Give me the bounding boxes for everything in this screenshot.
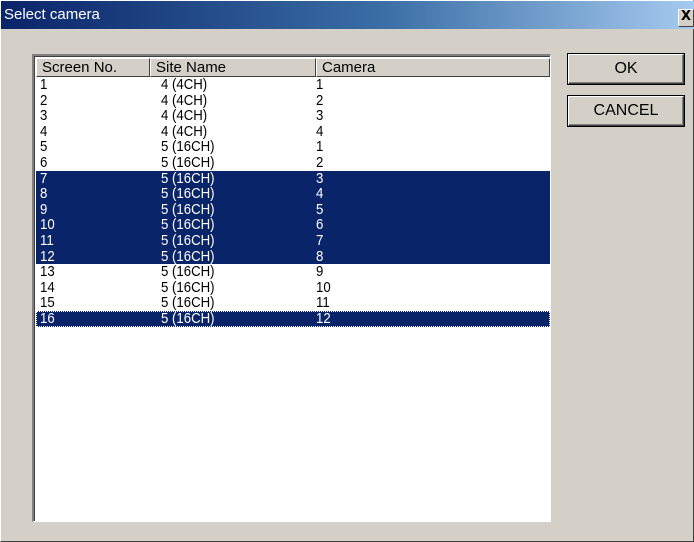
camera-cell: 3 — [316, 169, 324, 187]
screen-no-cell: 16 — [40, 309, 55, 327]
list-header: Screen No. Site Name Camera — [36, 58, 550, 77]
screen-no-cell: 11 — [40, 231, 54, 249]
camera-cell: 3 — [316, 107, 324, 125]
screen-no-cell: 15 — [40, 294, 55, 312]
camera-cell: 9 — [316, 263, 324, 281]
site-name-cell: 5 (16CH) — [161, 169, 215, 187]
column-header-site-name[interactable]: Site Name — [150, 58, 316, 77]
camera-cell: 5 — [316, 200, 324, 218]
site-name-cell: 5 (16CH) — [161, 231, 215, 249]
close-icon: X — [680, 9, 692, 24]
camera-cell: 2 — [316, 91, 324, 109]
list-row[interactable]: 14 5 (16CH) 10 — [36, 280, 550, 296]
screen-no-cell: 9 — [40, 200, 48, 218]
dialog-title: Select camera — [4, 6, 100, 23]
list-row[interactable]: 2 4 (4CH) 2 — [36, 93, 550, 109]
column-header-camera[interactable]: Camera — [316, 58, 550, 77]
list-row[interactable]: 3 4 (4CH) 3 — [36, 108, 550, 124]
site-name-cell: 5 (16CH) — [161, 278, 215, 296]
site-name-cell: 5 (16CH) — [161, 294, 215, 312]
list-row[interactable]: 13 5 (16CH) 9 — [36, 264, 550, 280]
site-name-cell: 4 (4CH) — [161, 122, 208, 140]
camera-cell: 11 — [316, 294, 330, 312]
list-rows: 14 (4CH) 1 2 4 (4CH) 2 3 4 (4CH) 3 4 4 (4CH) 4 5 5 (… — [36, 77, 550, 327]
camera-cell: 6 — [316, 216, 324, 234]
screen-no-cell: 2 — [40, 91, 48, 109]
title-bar[interactable]: Select camera X — [1, 1, 694, 29]
site-name-cell: 4 (4CH) — [161, 91, 208, 109]
select-camera-dialog: Select camera X Screen No. Site Name Cam… — [0, 0, 694, 542]
screen-no-cell: 8 — [40, 185, 48, 203]
cancel-button[interactable]: CANCEL — [567, 95, 685, 127]
camera-cell: 4 — [316, 122, 324, 140]
screen-no-cell: 4 — [40, 122, 48, 140]
list-row[interactable]: 10 5 (16CH) 6 — [36, 217, 550, 233]
camera-list[interactable]: Screen No. Site Name Camera 14 (4CH) 1 2 4 … — [32, 54, 551, 522]
screen-no-cell: 3 — [40, 107, 48, 125]
screen-no-cell: 5 — [40, 138, 48, 156]
list-row[interactable]: 4 4 (4CH) 4 — [36, 124, 550, 140]
site-name-cell: 5 (16CH) — [161, 263, 215, 281]
camera-cell: 8 — [316, 247, 324, 265]
screen-no-cell: 1 — [40, 76, 48, 93]
list-row[interactable]: 6 5 (16CH) 2 — [36, 155, 550, 171]
screen-no-cell: 12 — [40, 247, 55, 265]
list-row[interactable]: 8 5 (16CH) 4 — [36, 186, 550, 202]
site-name-cell: 5 (16CH) — [161, 247, 215, 265]
list-row[interactable]: 5 5 (16CH) 1 — [36, 139, 550, 155]
screen-no-cell: 6 — [40, 153, 48, 171]
ok-button[interactable]: OK — [567, 53, 685, 85]
list-row[interactable]: 16 5 (16CH) 12 — [36, 309, 550, 327]
column-header-screen-no[interactable]: Screen No. — [36, 58, 150, 77]
camera-cell: 10 — [316, 278, 331, 296]
screen-no-cell: 14 — [40, 278, 55, 296]
camera-cell: 2 — [316, 153, 324, 171]
camera-cell: 7 — [316, 231, 324, 249]
camera-cell: 12 — [316, 309, 331, 327]
site-name-cell: 5 (16CH) — [161, 309, 215, 327]
camera-cell: 4 — [316, 185, 324, 203]
list-row[interactable]: 1 4 (4CH) 1 — [36, 77, 550, 93]
screen-no-cell: 10 — [40, 216, 55, 234]
site-name-cell: 5 (16CH) — [161, 153, 215, 171]
list-row[interactable]: 12 5 (16CH) 8 — [36, 247, 550, 265]
screen-no-cell: 13 — [40, 263, 55, 281]
camera-cell: 1 — [316, 76, 324, 93]
site-name-cell: 4 (4CH) — [161, 76, 208, 93]
close-button[interactable]: X — [678, 9, 694, 27]
camera-cell: 1 — [316, 138, 324, 156]
screen-no-cell: 7 — [40, 169, 48, 187]
list-row[interactable]: 7 5 (16CH) 3 — [36, 169, 550, 187]
list-row[interactable]: 11 5 (16CH) 7 — [36, 231, 550, 249]
site-name-cell: 4 (4CH) — [161, 107, 208, 125]
list-row[interactable]: 9 5 (16CH) 5 — [36, 200, 550, 218]
site-name-cell: 5 (16CH) — [161, 216, 215, 234]
site-name-cell: 5 (16CH) — [161, 185, 215, 203]
site-name-cell: 5 (16CH) — [161, 138, 215, 156]
site-name-cell: 5 (16CH) — [161, 200, 215, 218]
list-row[interactable]: 15 5 (16CH) 11 — [36, 295, 550, 311]
